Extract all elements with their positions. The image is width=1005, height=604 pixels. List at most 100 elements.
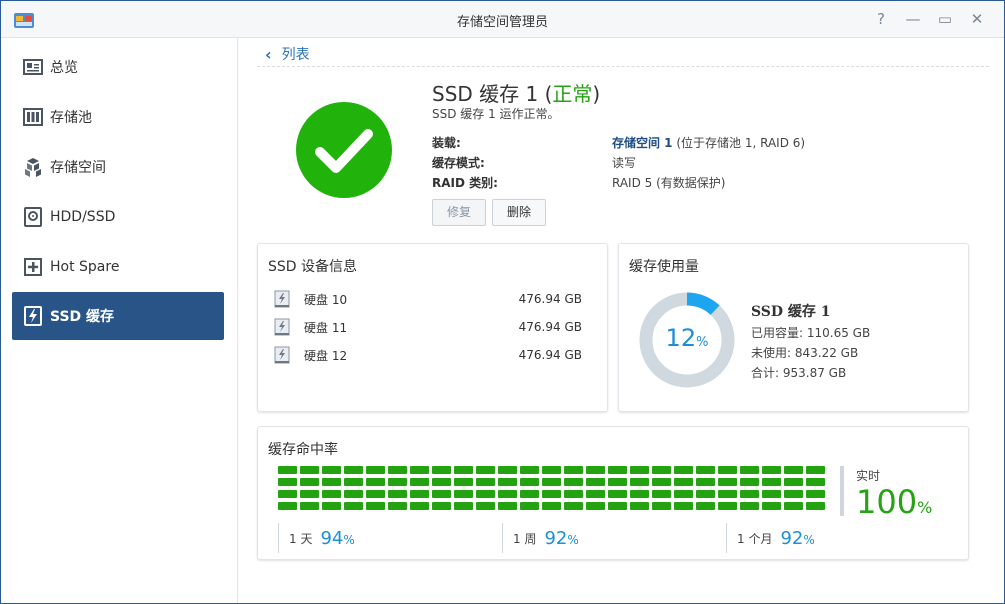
window-title: 存储空间管理员 — [456, 15, 548, 30]
hit-rate-cell — [454, 502, 473, 510]
sidebar: 总览 存储池 存储空间 HDD/SSD Hot Spare SSD 缓存 — [1, 38, 238, 603]
status-description: SSD 缓存 1 运作正常。 — [432, 107, 560, 121]
realtime-label: 实时 — [856, 469, 881, 483]
hit-rate-cell — [718, 502, 737, 510]
hit-rate-cell — [586, 478, 605, 486]
hit-rate-cell — [322, 502, 341, 510]
hit-rate-cell — [806, 478, 825, 486]
help-icon[interactable]: ? — [872, 10, 890, 28]
hit-rate-cell — [564, 466, 583, 474]
hit-rate-cell — [322, 478, 341, 486]
hit-rate-cell — [432, 478, 451, 486]
sidebar-item-label: SSD 缓存 — [50, 309, 115, 325]
sidebar-item-ssd-cache[interactable]: SSD 缓存 — [12, 292, 224, 340]
hit-rate-cell — [366, 466, 385, 474]
panel-title: SSD 设备信息 — [268, 259, 358, 275]
hit-rate-cell — [278, 478, 297, 486]
sidebar-item-hot-spare[interactable]: Hot Spare — [12, 243, 224, 291]
hit-rate-cell — [344, 490, 363, 498]
main-content: ‹ 列表 SSD 缓存 1 (正常) SSD 缓存 1 运作正常。 装载: 存储… — [239, 38, 1001, 603]
repair-button[interactable]: 修复 — [432, 199, 486, 226]
app-window: 存储空间管理员 ? — ▭ ✕ 总览 存储池 存储空间 HDD/SSD Hot … — [0, 0, 1005, 604]
hit-rate-cell — [586, 490, 605, 498]
disk-icon — [22, 206, 44, 228]
hit-rate-cell — [278, 490, 297, 498]
hit-rate-cell — [762, 502, 781, 510]
hit-rate-cell — [322, 490, 341, 498]
hit-rate-cell — [476, 502, 495, 510]
hit-rate-cell — [520, 478, 539, 486]
hit-rate-cell — [542, 478, 561, 486]
ssd-icon — [274, 346, 290, 364]
hit-rate-cell — [740, 466, 759, 474]
hit-rate-cell — [718, 466, 737, 474]
info-row-mount: 装载: 存储空间 1 (位于存储池 1, RAID 6) — [432, 136, 806, 150]
hit-rate-cell — [542, 466, 561, 474]
hit-rate-cell — [608, 502, 627, 510]
hit-rate-cell — [806, 466, 825, 474]
ssd-cache-icon — [22, 305, 44, 327]
hit-rate-cell — [520, 490, 539, 498]
hit-rate-cell — [696, 466, 715, 474]
sidebar-item-hdd-ssd[interactable]: HDD/SSD — [12, 193, 224, 241]
hit-rate-cell — [740, 478, 759, 486]
hit-rate-cell — [454, 478, 473, 486]
back-to-list-link[interactable]: ‹ 列表 — [265, 44, 310, 64]
hit-rate-cell — [432, 490, 451, 498]
hit-rate-cell — [410, 502, 429, 510]
hit-rate-grid — [278, 466, 826, 514]
hit-rate-cell — [300, 502, 319, 510]
ssd-icon — [274, 290, 290, 308]
hit-rate-cell — [476, 490, 495, 498]
hit-rate-cell — [784, 490, 803, 498]
hit-rate-cell — [630, 478, 649, 486]
hit-rate-cell — [366, 490, 385, 498]
hit-rate-cell — [498, 466, 517, 474]
hit-rate-cell — [498, 478, 517, 486]
hit-rate-cell — [344, 478, 363, 486]
hit-rate-cell — [520, 466, 539, 474]
hit-rate-cell — [806, 490, 825, 498]
hit-rate-cell — [674, 490, 693, 498]
status-text: 正常 — [552, 82, 593, 106]
close-icon[interactable]: ✕ — [968, 10, 986, 28]
volume-icon — [22, 156, 44, 178]
hit-rate-cell — [608, 478, 627, 486]
sidebar-item-label: Hot Spare — [50, 259, 120, 275]
delete-button[interactable]: 删除 — [492, 199, 546, 226]
sidebar-item-overview[interactable]: 总览 — [12, 43, 224, 91]
hit-rate-cell — [498, 502, 517, 510]
maximize-icon[interactable]: ▭ — [936, 10, 954, 28]
ssd-icon — [274, 318, 290, 336]
hit-rate-cell — [608, 466, 627, 474]
sidebar-item-label: HDD/SSD — [50, 209, 116, 225]
overview-icon — [22, 56, 44, 78]
hit-rate-cell — [454, 466, 473, 474]
hit-rate-cell — [366, 502, 385, 510]
divider — [257, 66, 989, 67]
title-bar: 存储空间管理员 ? — ▭ ✕ — [1, 1, 1004, 38]
sidebar-item-label: 存储空间 — [50, 160, 106, 176]
panel-title: 缓存命中率 — [268, 442, 338, 458]
hit-rate-cell — [608, 490, 627, 498]
hit-rate-cell — [344, 466, 363, 474]
sidebar-item-storage-pool[interactable]: 存储池 — [12, 93, 224, 141]
hit-rate-cell — [300, 466, 319, 474]
hit-rate-cell — [762, 478, 781, 486]
hit-rate-cell — [696, 490, 715, 498]
hit-rate-cell — [674, 478, 693, 486]
hit-rate-cell — [784, 466, 803, 474]
hit-rate-cell — [740, 502, 759, 510]
hit-rate-cell — [652, 466, 671, 474]
healthy-check-icon — [296, 102, 392, 198]
hit-rate-cell — [784, 502, 803, 510]
usage-used: 已用容量: 110.65 GB — [751, 326, 871, 340]
hit-rate-cell — [476, 466, 495, 474]
sidebar-item-volume[interactable]: 存储空间 — [12, 143, 224, 191]
minimize-icon[interactable]: — — [904, 10, 922, 28]
hit-rate-cell — [586, 502, 605, 510]
hit-rate-cell — [520, 502, 539, 510]
sidebar-item-label: 总览 — [50, 60, 78, 76]
hit-rate-cell — [410, 490, 429, 498]
hit-rate-cell — [564, 490, 583, 498]
